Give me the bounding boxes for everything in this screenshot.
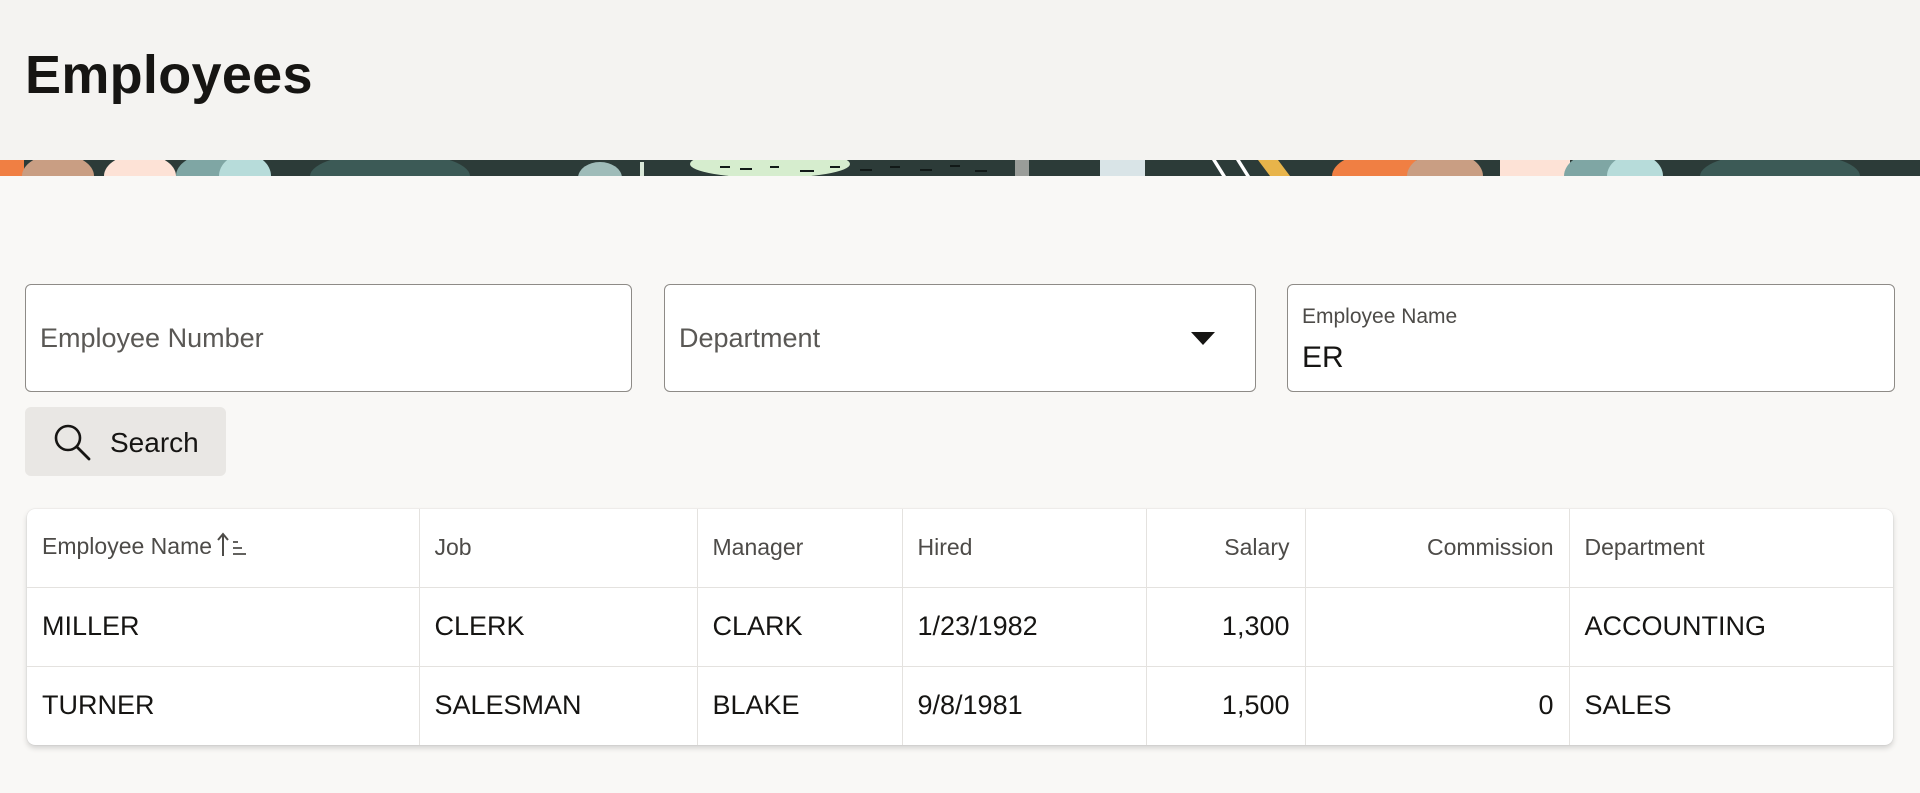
cell-department: SALES [1584,690,1672,721]
department-placeholder: Department [679,323,821,353]
column-header-manager[interactable]: Manager [697,509,903,588]
employee-name-label: Employee Name [1302,305,1458,328]
cell-employee-name: MILLER [27,587,420,667]
column-header-salary[interactable]: Salary [1146,509,1306,588]
employee-name-value[interactable]: ER [1302,341,1344,375]
cell-commission [1305,587,1570,667]
cell-hired: 9/8/1981 [902,666,1147,745]
search-button-label: Search [110,427,199,458]
department-select[interactable]: Department [664,284,1256,392]
table-row[interactable]: TURNER SALESMAN BLAKE 9/8/1981 1,500 0 S… [27,666,1893,745]
column-header-job[interactable]: Job [419,509,698,588]
cell-department: ACCOUNTING [1569,587,1893,667]
search-icon [53,423,93,468]
employee-name-input[interactable]: Employee Name ER [1287,284,1895,392]
column-header-employee-name[interactable]: Employee Name [27,509,420,588]
chevron-down-icon[interactable] [1191,332,1215,345]
page-header: Employees [0,0,1920,160]
cell-salary: 1,300 [1146,587,1306,667]
table-row[interactable]: MILLER CLERK CLARK 1/23/1982 1,300 ACCOU… [27,587,1893,667]
cell-commission: 0 [1305,666,1570,745]
table-header-row: Employee Name Job Manager Hired Salary C… [27,509,1893,588]
cell-job: CLERK [419,587,698,667]
cell-manager: CLARK [697,587,903,667]
cell-job: SALESMAN [419,666,698,745]
search-button[interactable]: Search [25,407,226,476]
cell-employee-name: TURNER [27,666,420,745]
employee-number-placeholder: Employee Number [40,323,264,353]
page-title: Employees [25,45,313,105]
column-header-hired[interactable]: Hired [902,509,1147,588]
employees-table: Employee Name Job Manager Hired Salary C… [27,509,1893,745]
column-header-commission[interactable]: Commission [1305,509,1570,588]
sort-ascending-icon[interactable] [216,532,248,564]
employee-number-input[interactable]: Employee Number [25,284,632,392]
cell-manager: BLAKE [697,666,903,745]
cell-hired: 1/23/1982 [902,587,1147,667]
cell-salary: 1,500 [1146,666,1306,745]
column-header-department[interactable]: Department [1569,509,1893,588]
decorative-banner [0,160,1920,176]
